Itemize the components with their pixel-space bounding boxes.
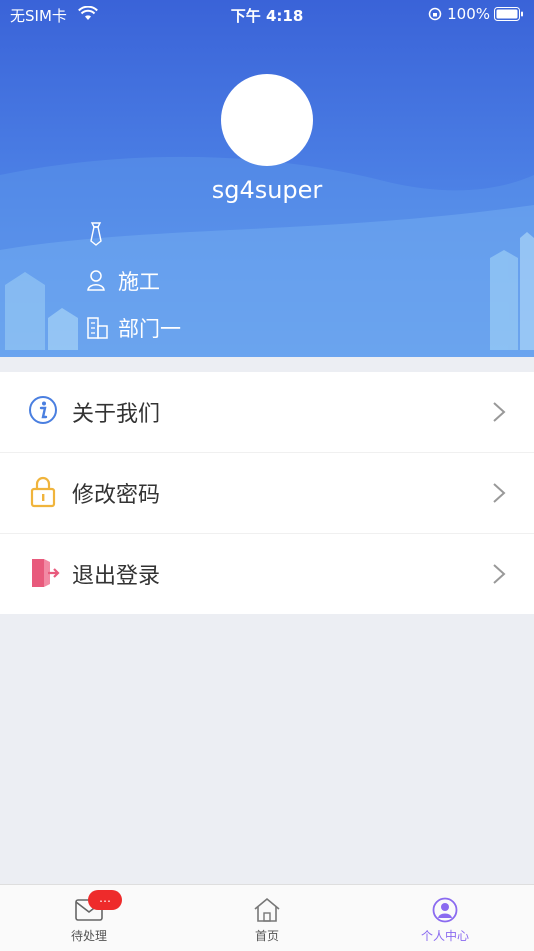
settings-menu: 关于我们 修改密码 退出登录 bbox=[0, 372, 534, 614]
notification-badge: … bbox=[88, 890, 122, 910]
tie-icon bbox=[90, 222, 102, 246]
profile-header: 无SIM卡 下午 4:18 100% sg4super 施工 部门一 bbox=[0, 0, 534, 357]
person-icon bbox=[87, 270, 105, 291]
menu-item-logout[interactable]: 退出登录 bbox=[0, 534, 534, 614]
building-icon bbox=[87, 317, 108, 339]
orientation-lock-icon bbox=[428, 7, 442, 21]
chevron-right-icon bbox=[493, 564, 506, 584]
battery-icon bbox=[494, 7, 523, 21]
menu-label-about: 关于我们 bbox=[72, 402, 161, 427]
tab-label-home: 首页 bbox=[254, 929, 279, 943]
tab-bar: … 待处理 首页 个人中心 bbox=[0, 884, 534, 951]
status-bar: 无SIM卡 下午 4:18 100% bbox=[0, 0, 534, 30]
user-circle-icon bbox=[432, 897, 458, 923]
tab-profile[interactable]: 个人中心 bbox=[356, 885, 534, 951]
department-label: 部门一 bbox=[118, 317, 181, 341]
tab-home[interactable]: 首页 bbox=[178, 885, 356, 951]
menu-item-about[interactable]: 关于我们 bbox=[0, 372, 534, 453]
role-label: 施工 bbox=[118, 270, 160, 294]
tab-label-pending: 待处理 bbox=[70, 929, 107, 943]
logout-icon bbox=[32, 559, 60, 587]
username: sg4super bbox=[211, 176, 323, 204]
info-icon bbox=[29, 396, 57, 424]
home-icon bbox=[254, 897, 280, 922]
avatar[interactable] bbox=[221, 74, 313, 166]
tab-label-profile: 个人中心 bbox=[420, 929, 469, 943]
chevron-right-icon bbox=[493, 483, 506, 503]
menu-label-change-password: 修改密码 bbox=[72, 483, 161, 508]
tab-pending[interactable]: … 待处理 bbox=[0, 885, 178, 951]
battery-percent: 100% bbox=[447, 5, 490, 23]
menu-item-change-password[interactable]: 修改密码 bbox=[0, 453, 534, 534]
menu-label-logout: 退出登录 bbox=[72, 564, 161, 589]
chevron-right-icon bbox=[493, 402, 506, 422]
lock-icon bbox=[30, 476, 56, 508]
